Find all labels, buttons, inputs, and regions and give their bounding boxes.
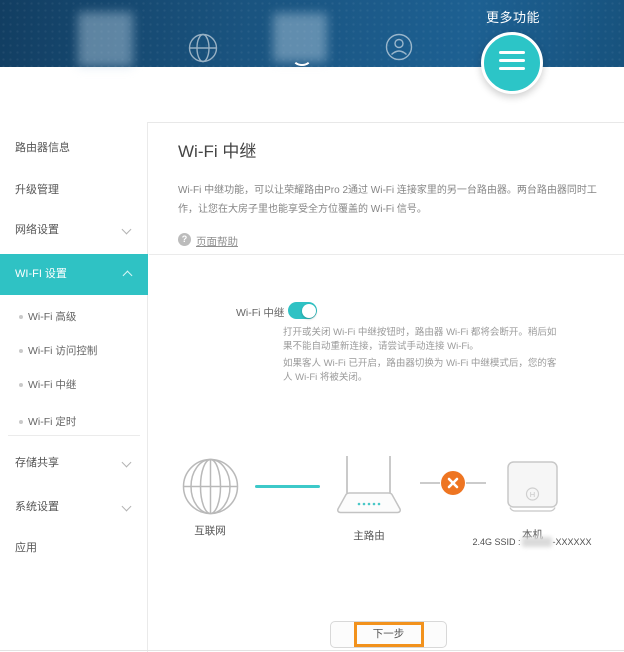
- device-logo-letter: H: [530, 490, 535, 499]
- sidebar-item-label: 系统设置: [15, 501, 59, 513]
- hamburger-icon: [499, 51, 525, 54]
- more-features-label[interactable]: 更多功能: [486, 7, 540, 26]
- disconnected-link-line: [466, 482, 486, 484]
- chevron-down-icon: [122, 458, 132, 468]
- sidebar-item-upgrade[interactable]: 升级管理: [0, 175, 147, 205]
- sidebar-item-router-info[interactable]: 路由器信息: [0, 133, 147, 163]
- bullet-icon: [19, 349, 23, 353]
- page-title: Wi-Fi 中继: [178, 137, 256, 162]
- chevron-down-icon: [122, 225, 132, 235]
- chevron-down-icon: [122, 502, 132, 512]
- repeater-notes: 打开或关闭 Wi-Fi 中继按钮时，路由器 Wi-Fi 都将会断开。稍后如果不能…: [283, 326, 561, 388]
- sidebar-item-wifi-access-control[interactable]: Wi-Fi 访问控制: [0, 336, 147, 366]
- note-text: 如果客人 Wi-Fi 已开启，路由器切换为 Wi-Fi 中继模式后，您的客人 W…: [283, 357, 561, 385]
- sidebar-subitem-label: Wi-Fi 高级: [28, 311, 76, 323]
- sidebar-item-storage[interactable]: 存储共享: [0, 448, 147, 478]
- bullet-icon: [19, 315, 23, 319]
- internet-label: 互联网: [172, 523, 248, 538]
- connected-link-line: [255, 485, 320, 488]
- ssid-row: 2.4G SSID : -XXXXXX: [462, 537, 602, 547]
- sidebar-subitem-label: Wi-Fi 定时: [28, 416, 76, 428]
- section-divider: [149, 254, 624, 255]
- bottom-divider: [0, 650, 624, 651]
- sidebar-item-network[interactable]: 网络设置: [0, 215, 147, 245]
- this-device-icon: H: [507, 461, 558, 518]
- sidebar-item-wifi-advanced[interactable]: Wi-Fi 高级: [0, 302, 147, 332]
- sidebar-item-wifi-repeater[interactable]: Wi-Fi 中继: [0, 370, 147, 400]
- note-text: 打开或关闭 Wi-Fi 中继按钮时，路由器 Wi-Fi 都将会断开。稍后如果不能…: [283, 326, 561, 354]
- help-icon: ?: [178, 233, 191, 246]
- disconnected-link-line: [420, 482, 440, 484]
- sidebar-divider: [8, 435, 140, 436]
- bullet-icon: [19, 383, 23, 387]
- internet-globe-icon: [182, 458, 239, 520]
- sidebar-item-wifi-settings[interactable]: WI-FI 设置: [0, 254, 148, 295]
- toggle-knob: [302, 304, 316, 318]
- main-router-icon: [331, 454, 407, 520]
- redacted-ssid: [522, 537, 552, 547]
- page-help-link[interactable]: 页面帮助: [196, 234, 238, 249]
- sidebar-item-label: 网络设置: [15, 224, 59, 236]
- sidebar-subitem-label: Wi-Fi 中继: [28, 379, 76, 391]
- sidebar-item-wifi-schedule[interactable]: Wi-Fi 定时: [0, 407, 147, 437]
- main-router-label: 主路由: [331, 528, 407, 543]
- sidebar-subitem-label: Wi-Fi 访问控制: [28, 345, 97, 357]
- redacted-logo: [78, 12, 133, 67]
- content-top-divider: [148, 122, 624, 123]
- logo-arc-decoration: [292, 50, 312, 66]
- sidebar-item-apps[interactable]: 应用: [0, 533, 147, 563]
- bullet-icon: [19, 420, 23, 424]
- user-icon[interactable]: [385, 33, 413, 66]
- sidebar-item-system[interactable]: 系统设置: [0, 492, 147, 522]
- sidebar: 路由器信息 升级管理 网络设置 WI-FI 设置 Wi-Fi 高级 Wi-Fi …: [0, 122, 148, 652]
- globe-icon[interactable]: [188, 33, 218, 68]
- ssid-suffix: -XXXXXX: [553, 537, 592, 547]
- chevron-up-icon: [123, 271, 133, 281]
- router-admin-page: 更多功能 路由器信息 升级管理 网络设置 WI-FI 设置 Wi-Fi 高级 W…: [0, 0, 624, 652]
- disconnected-x-icon: [441, 471, 465, 495]
- repeater-toggle[interactable]: [288, 302, 317, 319]
- ssid-prefix: 2.4G SSID :: [472, 537, 520, 547]
- sidebar-item-label: 存储共享: [15, 457, 59, 469]
- sidebar-item-label: WI-FI 设置: [15, 268, 67, 280]
- page-description: Wi-Fi 中继功能，可以让荣耀路由Pro 2通过 Wi-Fi 连接家里的另一台…: [178, 181, 608, 219]
- next-step-button[interactable]: 下一步: [330, 621, 447, 648]
- repeater-toggle-label: Wi-Fi 中继: [236, 305, 284, 320]
- main-menu-button[interactable]: [481, 32, 543, 94]
